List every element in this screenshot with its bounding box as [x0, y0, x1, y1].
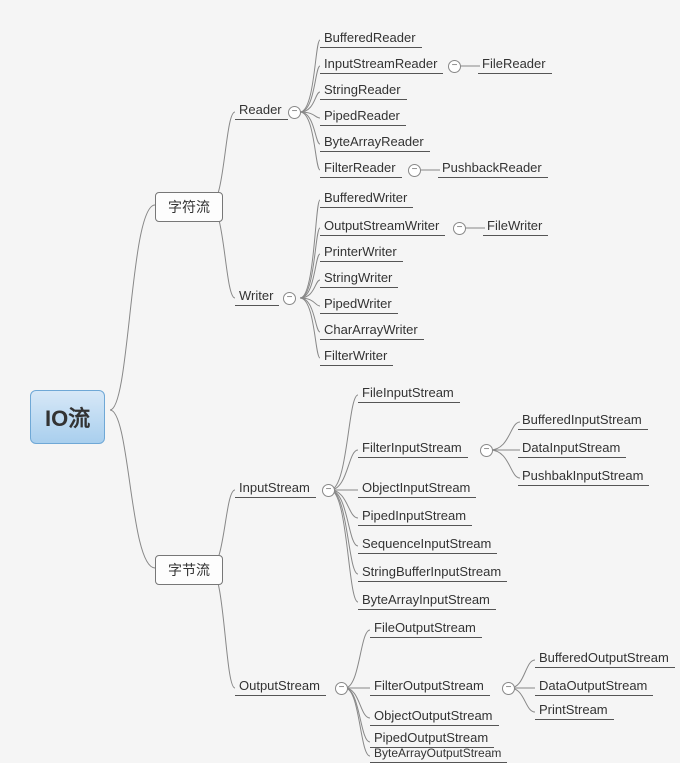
- node-stringbufferinputstream[interactable]: StringBufferInputStream: [358, 562, 507, 582]
- node-filterreader[interactable]: FilterReader: [320, 158, 402, 178]
- node-bufferedreader[interactable]: BufferedReader: [320, 28, 422, 48]
- node-pushbakinputstream[interactable]: PushbakInputStream: [518, 466, 649, 486]
- collapse-inputstream[interactable]: −: [322, 484, 335, 497]
- root-label: IO流: [45, 406, 90, 431]
- node-pipedinputstream[interactable]: PipedInputStream: [358, 506, 472, 526]
- collapse-filterreader[interactable]: −: [408, 164, 421, 177]
- node-inputstreamreader[interactable]: InputStreamReader: [320, 54, 443, 74]
- node-stringwriter[interactable]: StringWriter: [320, 268, 398, 288]
- node-filereader[interactable]: FileReader: [478, 54, 552, 74]
- node-pushbackreader[interactable]: PushbackReader: [438, 158, 548, 178]
- node-pipedreader[interactable]: PipedReader: [320, 106, 406, 126]
- node-sequenceinputstream[interactable]: SequenceInputStream: [358, 534, 497, 554]
- collapse-filteroutputstream[interactable]: −: [502, 682, 515, 695]
- node-dataoutputstream[interactable]: DataOutputStream: [535, 676, 653, 696]
- node-filewriter[interactable]: FileWriter: [483, 216, 548, 236]
- mindmap-canvas: IO流 字符流 字节流 Reader − Writer − BufferedRe…: [0, 0, 680, 759]
- byte-stream-label: 字节流: [168, 562, 210, 578]
- collapse-reader[interactable]: −: [288, 106, 301, 119]
- node-inputstream[interactable]: InputStream: [235, 478, 316, 498]
- node-datainputstream[interactable]: DataInputStream: [518, 438, 626, 458]
- node-fileinputstream[interactable]: FileInputStream: [358, 383, 460, 403]
- collapse-outputstream[interactable]: −: [335, 682, 348, 695]
- node-reader[interactable]: Reader: [235, 100, 288, 120]
- node-outputstream[interactable]: OutputStream: [235, 676, 326, 696]
- node-bytearrayreader[interactable]: ByteArrayReader: [320, 132, 430, 152]
- collapse-outputstreamwriter[interactable]: −: [453, 222, 466, 235]
- node-objectinputstream[interactable]: ObjectInputStream: [358, 478, 476, 498]
- reader-label: Reader: [239, 102, 282, 117]
- node-pipedwriter[interactable]: PipedWriter: [320, 294, 398, 314]
- node-bytearrayoutputstream[interactable]: ByteArrayOutputStream: [370, 744, 507, 763]
- inputstream-label: InputStream: [239, 480, 310, 495]
- node-chararraywriter[interactable]: CharArrayWriter: [320, 320, 424, 340]
- node-filterinputstream[interactable]: FilterInputStream: [358, 438, 468, 458]
- node-bufferedinputstream[interactable]: BufferedInputStream: [518, 410, 648, 430]
- outputstream-label: OutputStream: [239, 678, 320, 693]
- node-objectoutputstream[interactable]: ObjectOutputStream: [370, 706, 499, 726]
- node-bufferedoutputstream[interactable]: BufferedOutputStream: [535, 648, 675, 668]
- node-char-stream[interactable]: 字符流: [155, 192, 223, 222]
- node-filteroutputstream[interactable]: FilterOutputStream: [370, 676, 490, 696]
- node-fileoutputstream[interactable]: FileOutputStream: [370, 618, 482, 638]
- node-printerwriter[interactable]: PrinterWriter: [320, 242, 403, 262]
- node-filterwriter[interactable]: FilterWriter: [320, 346, 393, 366]
- node-bytearrayinputstream[interactable]: ByteArrayInputStream: [358, 590, 496, 610]
- node-stringreader[interactable]: StringReader: [320, 80, 407, 100]
- collapse-inputstreamreader[interactable]: −: [448, 60, 461, 73]
- root-node[interactable]: IO流: [30, 390, 105, 444]
- collapse-writer[interactable]: −: [283, 292, 296, 305]
- node-printstream[interactable]: PrintStream: [535, 700, 614, 720]
- char-stream-label: 字符流: [168, 199, 210, 215]
- node-outputstreamwriter[interactable]: OutputStreamWriter: [320, 216, 445, 236]
- node-byte-stream[interactable]: 字节流: [155, 555, 223, 585]
- node-bufferedwriter[interactable]: BufferedWriter: [320, 188, 413, 208]
- collapse-filterinputstream[interactable]: −: [480, 444, 493, 457]
- node-writer[interactable]: Writer: [235, 286, 279, 306]
- writer-label: Writer: [239, 288, 273, 303]
